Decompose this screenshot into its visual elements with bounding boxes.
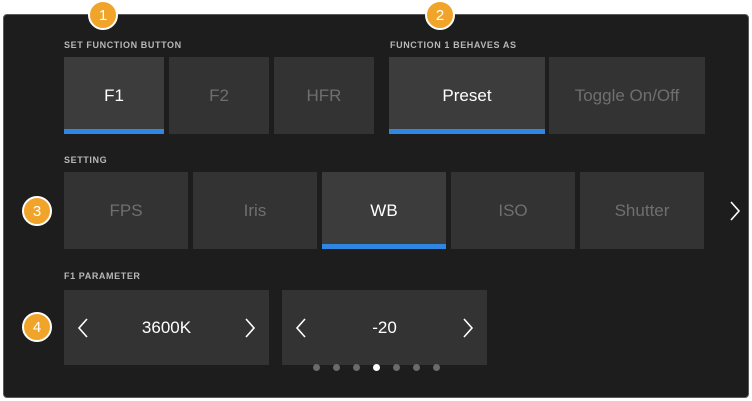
behavior-toggle-button[interactable]: Toggle On/Off [549,57,705,134]
setting-shutter-button[interactable]: Shutter [580,172,704,249]
callout-badge-3: 3 [22,196,52,226]
page-dot-active[interactable] [373,364,380,371]
chevron-right-icon[interactable] [722,172,748,249]
chevron-right-icon[interactable] [235,290,265,365]
set-function-button-label: SET FUNCTION BUTTON [64,40,182,50]
callout-badge-1: 1 [88,0,118,30]
behavior-preset-button[interactable]: Preset [389,57,545,134]
function-button-hfr[interactable]: HFR [274,57,374,134]
white-balance-stepper: 3600K [64,290,269,365]
callout-badge-4: 4 [22,312,52,342]
page-dot[interactable] [433,364,440,371]
callout-badge-2: 2 [425,0,455,30]
function-button-f2[interactable]: F2 [169,57,269,134]
chevron-right-icon[interactable] [453,290,483,365]
page-dot[interactable] [393,364,400,371]
f1-parameter-label: F1 PARAMETER [64,271,141,281]
function-behaves-as-label: FUNCTION 1 BEHAVES AS [390,40,517,50]
setting-wb-button[interactable]: WB [322,172,446,249]
page-dot[interactable] [353,364,360,371]
page-indicator [313,364,440,371]
tint-stepper: -20 [282,290,487,365]
page-dot[interactable] [413,364,420,371]
function-button-f1[interactable]: F1 [64,57,164,134]
setting-iris-button[interactable]: Iris [193,172,317,249]
page-dot[interactable] [313,364,320,371]
setting-fps-button[interactable]: FPS [64,172,188,249]
setting-label: SETTING [64,155,108,165]
page-dot[interactable] [333,364,340,371]
setting-iso-button[interactable]: ISO [451,172,575,249]
